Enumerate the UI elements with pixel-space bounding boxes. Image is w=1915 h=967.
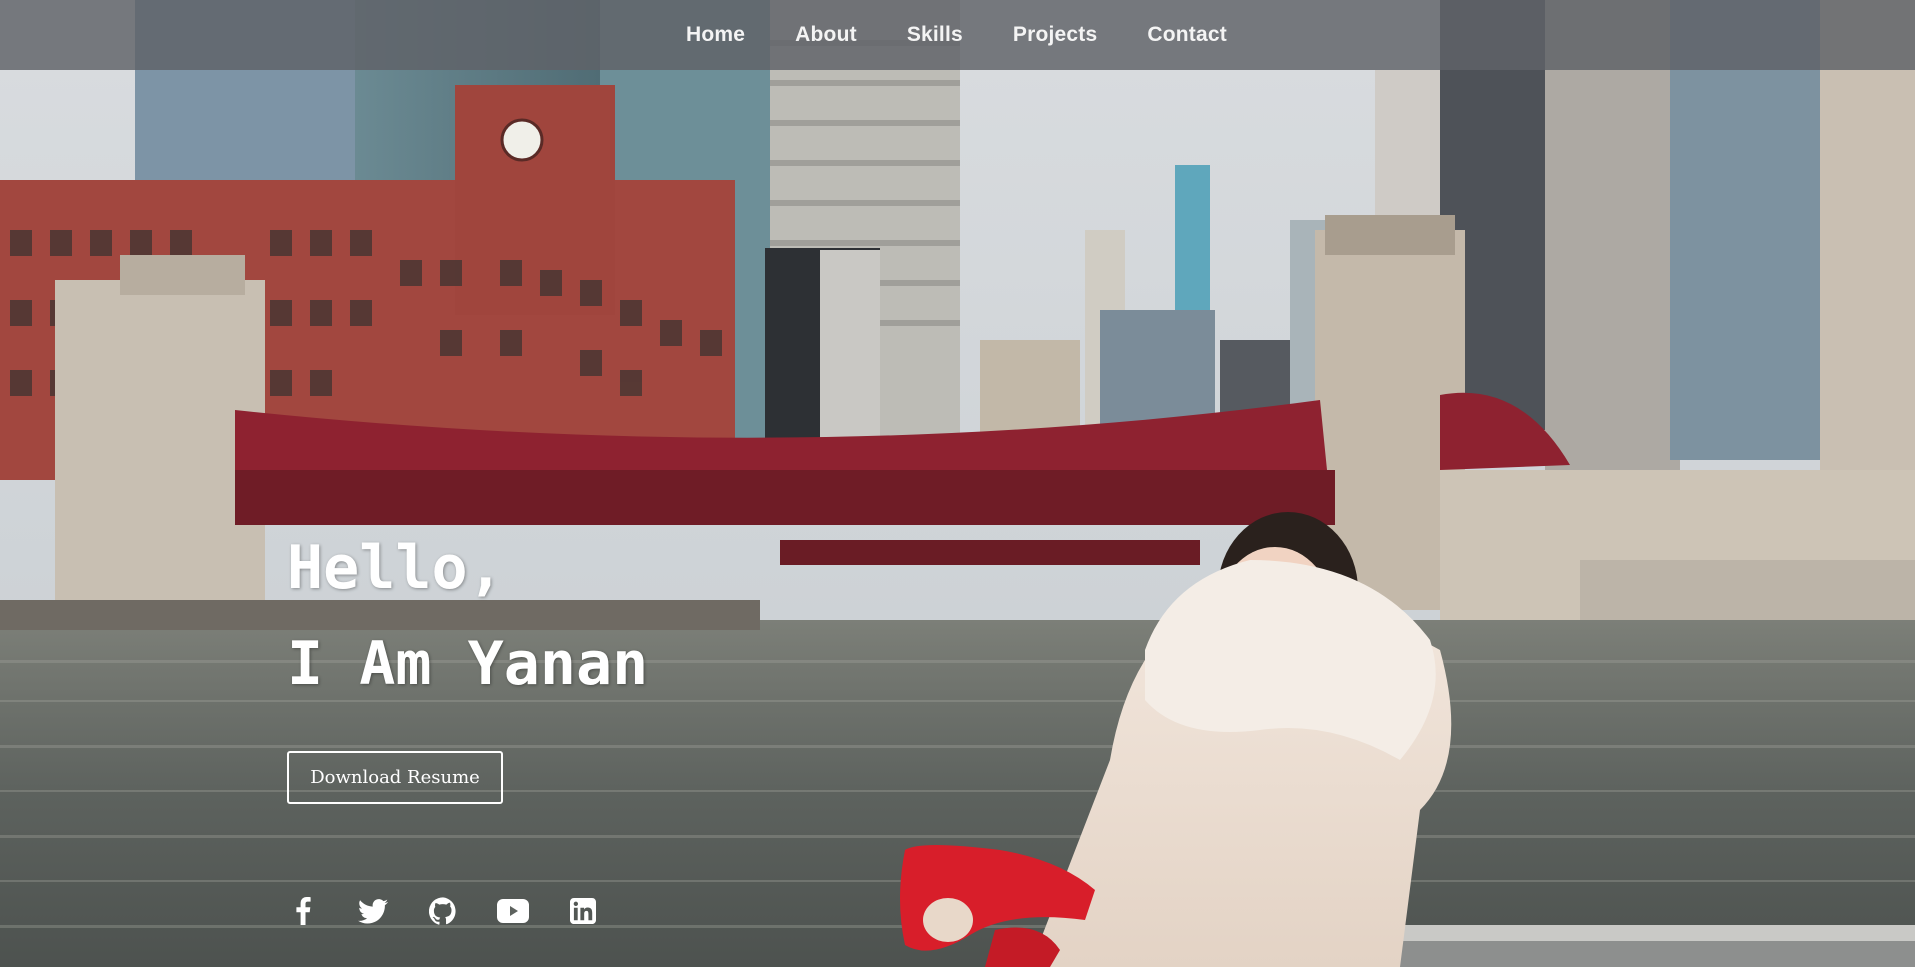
hero-greeting: Hello, I Am Yanan	[287, 520, 648, 712]
facebook-icon[interactable]	[287, 895, 319, 927]
nav-about-link[interactable]: About	[795, 23, 857, 47]
top-navbar: Home About Skills Projects Contact	[0, 0, 1915, 70]
github-icon[interactable]	[427, 895, 459, 927]
linkedin-icon[interactable]	[567, 895, 599, 927]
hero-line-hello: Hello,	[287, 533, 504, 603]
nav-skills-link[interactable]: Skills	[907, 23, 963, 47]
twitter-icon[interactable]	[357, 895, 389, 927]
hero-line-name: I Am Yanan	[287, 629, 649, 699]
nav-projects-link[interactable]: Projects	[1013, 23, 1097, 47]
nav-links: Home About Skills Projects Contact	[686, 0, 1277, 70]
social-links	[287, 895, 637, 927]
hero-background-image	[0, 0, 1915, 967]
hero-section: Home About Skills Projects Contact Hello…	[0, 0, 1915, 967]
youtube-icon[interactable]	[497, 895, 529, 927]
nav-home-link[interactable]: Home	[686, 23, 745, 47]
nav-contact-link[interactable]: Contact	[1147, 23, 1227, 47]
download-resume-button[interactable]: Download Resume	[287, 751, 503, 804]
